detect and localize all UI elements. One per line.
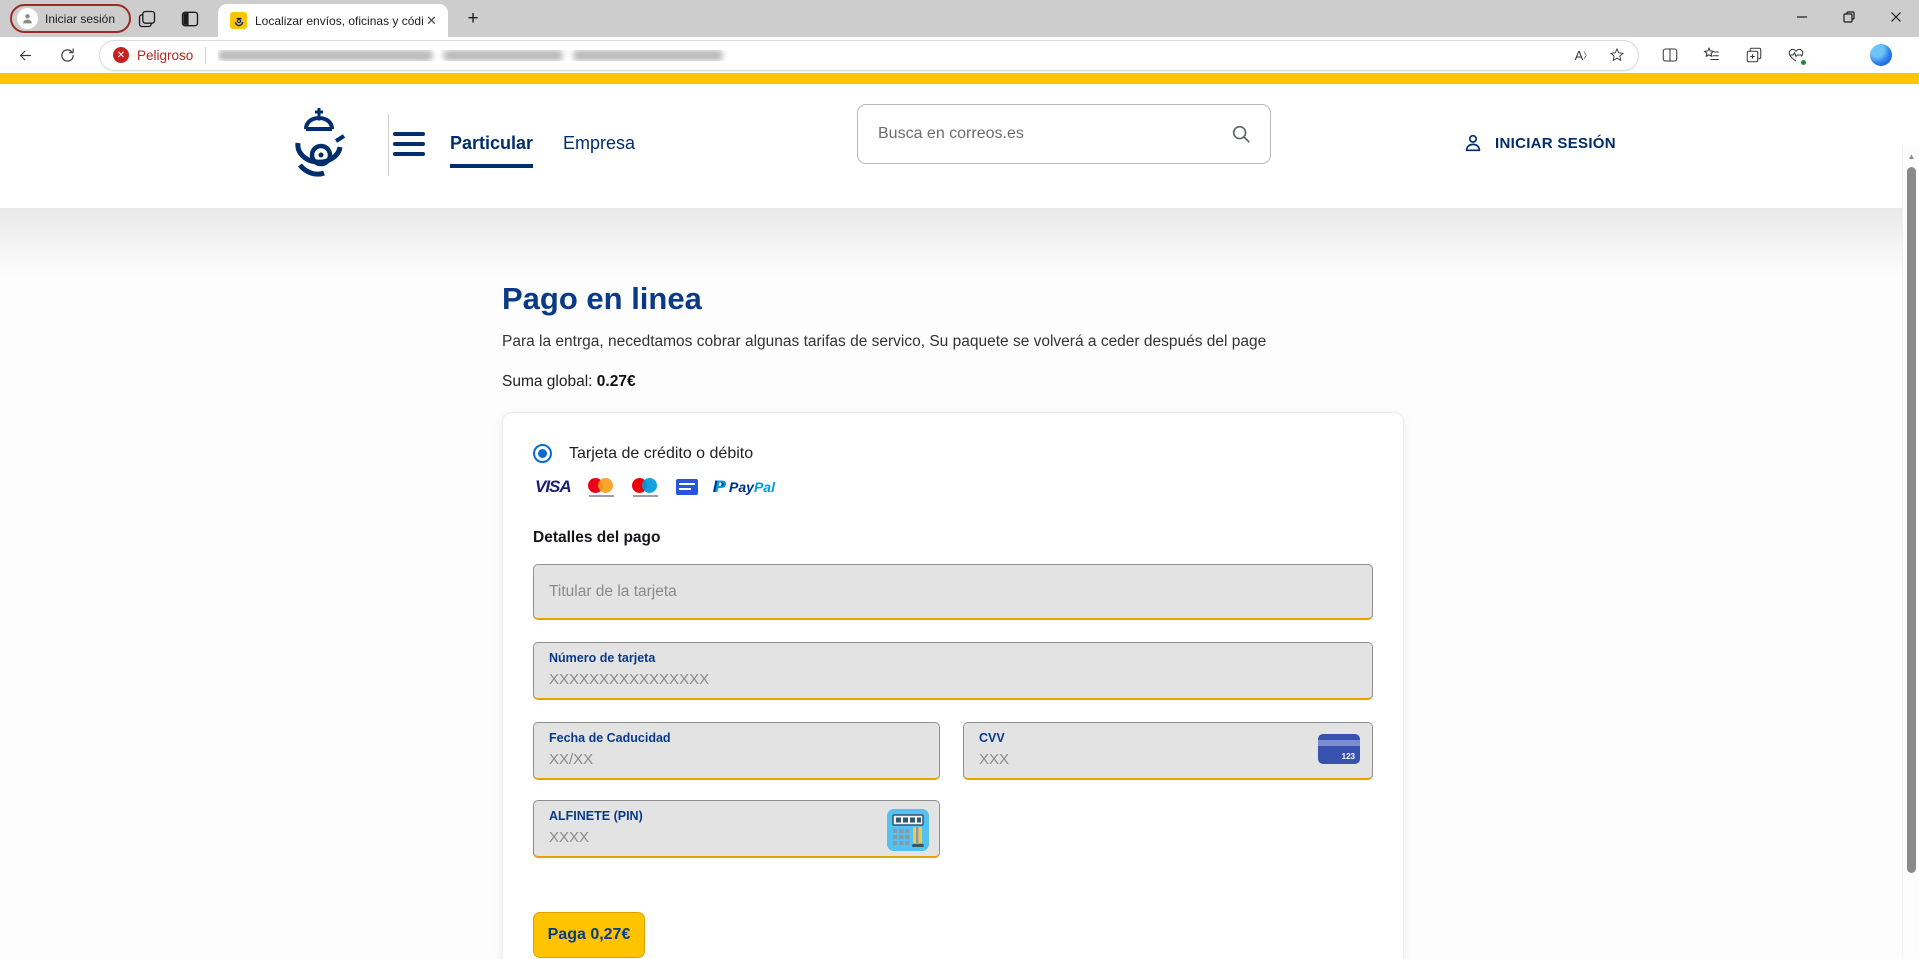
browser-tab[interactable]: Localizar envíos, oficinas y códig ✕ (218, 4, 448, 37)
radio-selected-icon[interactable] (533, 444, 552, 463)
scroll-up-icon[interactable]: ▲ (1903, 148, 1919, 164)
close-window-button[interactable] (1872, 0, 1919, 34)
cvv-input[interactable] (979, 751, 1312, 768)
cvv-field[interactable]: CVV 123 (963, 722, 1373, 780)
pay-button[interactable]: Paga 0,27€ (533, 912, 645, 958)
login-label: INICIAR SESIÓN (1495, 135, 1616, 152)
profile-button[interactable]: Iniciar sesión (10, 4, 131, 33)
pin-input[interactable] (549, 829, 879, 846)
toolbar-icons (1660, 44, 1892, 66)
pos-terminal-icon (887, 809, 929, 851)
total-label: Suma global: (502, 373, 592, 390)
expiry-input[interactable] (549, 751, 879, 768)
minimize-button[interactable] (1778, 0, 1825, 34)
restore-button[interactable] (1825, 0, 1872, 34)
security-warning-label: Peligroso (137, 48, 193, 63)
split-screen-icon[interactable] (1660, 45, 1680, 65)
header-fade (0, 208, 1919, 278)
cardholder-field[interactable] (533, 564, 1373, 620)
menu-hamburger-icon[interactable] (393, 132, 425, 156)
new-tab-button[interactable]: + (462, 8, 484, 30)
back-button[interactable] (12, 42, 38, 68)
total-line: Suma global: 0.27€ (502, 373, 636, 391)
card-number-input[interactable] (549, 671, 1312, 688)
correos-logo[interactable] (292, 107, 346, 187)
nav-tab-particular[interactable]: Particular (450, 133, 533, 154)
page-viewport: Particular Empresa INICIAR SESIÓN Pago e… (0, 73, 1919, 959)
browser-toolbar: ✕ Peligroso A〉 (0, 37, 1919, 73)
amex-icon (676, 479, 698, 495)
page-description: Para la entrga, necedtamos cobrar alguna… (502, 333, 1266, 351)
page-scrollbar[interactable]: ▲ ▼ (1902, 146, 1919, 959)
cvv-label: CVV (979, 731, 1005, 745)
favorites-bar-icon[interactable] (1702, 45, 1722, 65)
expiry-field[interactable]: Fecha de Caducidad (533, 722, 940, 780)
maestro-icon (632, 478, 659, 497)
login-button[interactable]: INICIAR SESIÓN (1462, 132, 1616, 154)
profile-label: Iniciar sesión (45, 12, 115, 26)
settings-more-icon[interactable] (1828, 45, 1848, 65)
total-value: 0.27€ (597, 373, 636, 390)
visa-icon: VISA (535, 477, 571, 497)
workspaces-icon[interactable] (137, 9, 157, 29)
danger-badge-icon: ✕ (113, 47, 129, 63)
site-header: Particular Empresa INICIAR SESIÓN (0, 84, 1919, 208)
cardholder-input[interactable] (534, 583, 1372, 601)
search-icon[interactable] (1230, 123, 1252, 145)
window-controls (1778, 0, 1919, 34)
expiry-label: Fecha de Caducidad (549, 731, 671, 745)
profile-avatar-icon (17, 8, 38, 29)
pin-field[interactable]: ALFINETE (PIN) (533, 800, 940, 858)
paypal-icon: PPayPal (715, 477, 775, 497)
user-icon (1462, 132, 1484, 154)
address-bar[interactable]: ✕ Peligroso A〉 (100, 41, 1638, 70)
pin-label: ALFINETE (PIN) (549, 809, 643, 823)
search-input[interactable] (878, 125, 1230, 143)
collections-icon[interactable] (1744, 45, 1764, 65)
details-heading: Detalles del pago (533, 529, 660, 547)
site-search[interactable] (857, 104, 1271, 164)
payment-method-option[interactable]: Tarjeta de crédito o débito (533, 444, 753, 463)
tab-actions-icon[interactable] (180, 9, 200, 29)
page-title: Pago en linea (502, 281, 702, 317)
browser-essentials-icon[interactable] (1786, 45, 1806, 65)
mastercard-icon (588, 478, 615, 497)
nav-tab-empresa[interactable]: Empresa (563, 133, 635, 154)
brand-yellow-bar (0, 73, 1919, 84)
refresh-button[interactable] (54, 42, 80, 68)
correos-favicon (230, 12, 247, 29)
read-aloud-icon[interactable]: A〉 (1572, 44, 1594, 66)
payment-method-label: Tarjeta de crédito o débito (569, 445, 753, 463)
scrollbar-thumb[interactable] (1907, 167, 1916, 873)
cvv-card-icon: 123 (1318, 734, 1360, 764)
tab-close-icon[interactable]: ✕ (423, 12, 440, 29)
obscured-url (218, 50, 1560, 61)
card-brand-icons: VISA PPayPal (535, 475, 775, 499)
card-number-label: Número de tarjeta (549, 651, 655, 665)
tab-strip: Iniciar sesión Localizar envíos, oficina… (0, 0, 1919, 37)
copilot-icon[interactable] (1870, 44, 1892, 66)
payment-card-panel: Tarjeta de crédito o débito VISA PPayPal… (502, 412, 1404, 959)
card-number-field[interactable]: Número de tarjeta (533, 642, 1373, 700)
header-divider (388, 114, 389, 176)
favorite-star-icon[interactable] (1606, 44, 1628, 66)
address-divider (205, 47, 206, 64)
tab-title: Localizar envíos, oficinas y códig (255, 14, 423, 28)
browser-window: Iniciar sesión Localizar envíos, oficina… (0, 0, 1919, 959)
